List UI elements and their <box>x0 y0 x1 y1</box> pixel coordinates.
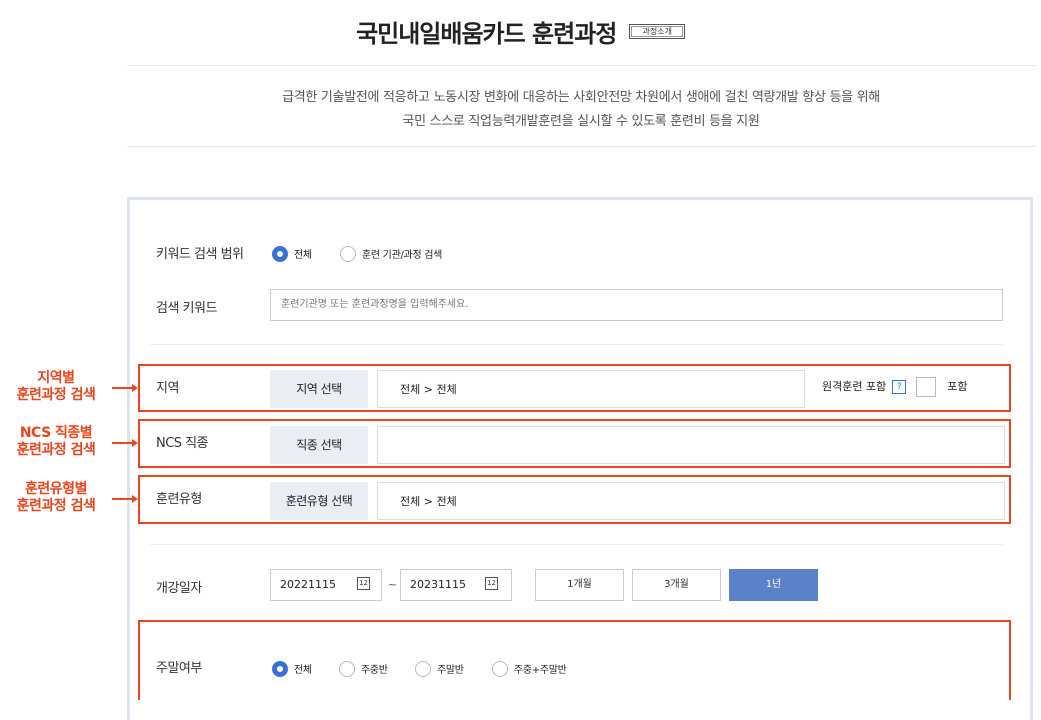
divider <box>150 544 1005 545</box>
remote-training-label: 원격훈련 포함 <box>822 380 887 393</box>
type-label: 훈련유형 <box>156 492 202 507</box>
annotation-line: 훈련과정 검색 <box>16 442 96 458</box>
weekend-highlight-box <box>138 620 1011 700</box>
type-value: 전체 > 전체 <box>377 482 1005 520</box>
remote-training-option: 원격훈련 포함? 포함 <box>822 377 967 397</box>
end-date-value: 20231115 <box>410 578 466 591</box>
help-icon[interactable]: ? <box>892 380 907 394</box>
period-1month-button[interactable]: 1개월 <box>535 569 624 601</box>
weekend-option-label: 전체 <box>294 665 312 676</box>
description-line: 국민 스스로 직업능력개발훈련을 실시할 수 있도록 훈련비 등을 지원 <box>402 114 760 129</box>
ncs-select-button[interactable]: 직종 선택 <box>270 426 368 464</box>
date-separator: ~ <box>388 578 398 591</box>
arrow-head-icon <box>132 384 138 392</box>
weekend-option-both[interactable]: 주중+주말반 <box>492 658 567 677</box>
annotation-line: 훈련과정 검색 <box>16 498 96 514</box>
scope-option-label: 전체 <box>294 250 312 261</box>
include-remote-checkbox[interactable] <box>915 377 936 397</box>
radio-icon[interactable] <box>340 245 356 262</box>
calendar-icon[interactable]: 12 <box>357 577 370 590</box>
start-date-input[interactable]: 20221115 12 <box>270 569 382 601</box>
date-label: 개강일자 <box>156 581 202 596</box>
radio-icon[interactable] <box>415 660 431 677</box>
start-date-value: 20221115 <box>280 578 336 591</box>
scope-option-label: 훈련 기관/과정 검색 <box>362 250 443 261</box>
annotation-line: 훈련과정 검색 <box>16 387 96 403</box>
divider <box>150 344 1005 345</box>
ncs-label: NCS 직종 <box>156 436 209 451</box>
page-title: 국민내일배움카드 훈련과정 <box>356 20 617 48</box>
arrow-line <box>112 387 132 389</box>
region-annotation: 지역별 훈련과정 검색 <box>0 370 112 404</box>
include-label: 포함 <box>947 380 968 393</box>
weekend-option-weekend[interactable]: 주말반 <box>415 658 464 677</box>
keyword-input[interactable]: 훈련기관명 또는 훈련과정명을 입력해주세요. <box>270 289 1003 321</box>
radio-icon[interactable] <box>339 660 355 677</box>
ncs-value <box>377 426 1005 464</box>
region-label: 지역 <box>156 381 179 396</box>
ncs-annotation: NCS 직종별 훈련과정 검색 <box>0 425 112 459</box>
keyword-label: 검색 키워드 <box>156 301 217 316</box>
scope-label: 키워드 검색 범위 <box>156 247 244 262</box>
period-1year-button[interactable]: 1년 <box>729 569 818 601</box>
weekend-option-label: 주중+주말반 <box>514 665 567 676</box>
page-description: 급격한 기술발전에 적응하고 노동시장 변화에 대응하는 사회안전망 차원에서 … <box>127 86 1035 134</box>
radio-selected-icon[interactable] <box>272 660 288 677</box>
annotation-line: NCS 직종별 <box>19 425 93 441</box>
divider <box>127 65 1035 66</box>
divider <box>127 146 1035 147</box>
region-select-button[interactable]: 지역 선택 <box>270 370 368 408</box>
weekend-label: 주말여부 <box>156 661 202 676</box>
course-intro-button[interactable]: 과정소개 <box>629 24 685 39</box>
radio-selected-icon[interactable] <box>272 245 288 262</box>
arrow-head-icon <box>132 439 138 447</box>
type-select-button[interactable]: 훈련유형 선택 <box>270 482 368 520</box>
weekend-option-weekday[interactable]: 주중반 <box>339 658 388 677</box>
arrow-line <box>112 442 132 444</box>
arrow-line <box>112 498 132 500</box>
region-value: 전체 > 전체 <box>377 370 805 408</box>
end-date-input[interactable]: 20231115 12 <box>400 569 512 601</box>
calendar-icon[interactable]: 12 <box>485 577 498 590</box>
page-header: 국민내일배움카드 훈련과정 과정소개 <box>0 14 1041 49</box>
annotation-line: 지역별 <box>37 370 75 386</box>
radio-icon[interactable] <box>492 660 508 677</box>
arrow-head-icon <box>132 495 138 503</box>
weekend-option-label: 주중반 <box>361 665 388 676</box>
description-line: 급격한 기술발전에 적응하고 노동시장 변화에 대응하는 사회안전망 차원에서 … <box>282 90 880 105</box>
scope-option-institution[interactable]: 훈련 기관/과정 검색 <box>340 243 442 262</box>
weekend-option-all[interactable]: 전체 <box>272 658 312 677</box>
annotation-line: 훈련유형별 <box>25 481 87 497</box>
type-annotation: 훈련유형별 훈련과정 검색 <box>0 481 112 515</box>
period-3month-button[interactable]: 3개월 <box>632 569 721 601</box>
scope-option-all[interactable]: 전체 <box>272 243 312 262</box>
weekend-option-label: 주말반 <box>437 665 464 676</box>
